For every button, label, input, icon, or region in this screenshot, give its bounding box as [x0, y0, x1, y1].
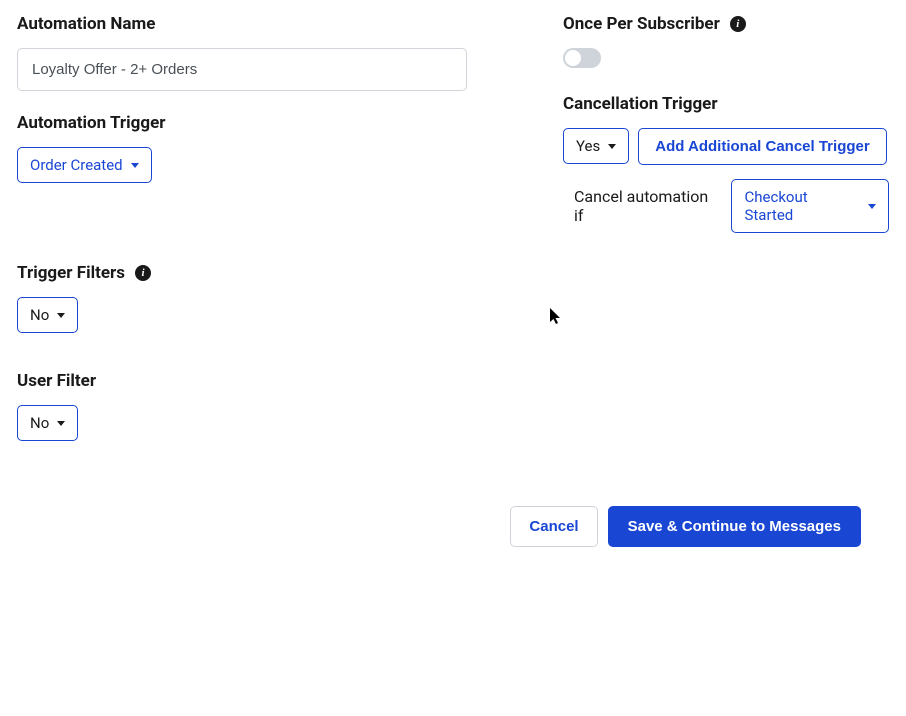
caret-down-icon — [57, 313, 65, 318]
cancellation-yes-dropdown[interactable]: Yes — [563, 128, 629, 164]
cancellation-trigger-group: Cancellation Trigger Yes Add Additional … — [563, 94, 889, 233]
user-filter-label: User Filter — [17, 371, 467, 391]
cancel-automation-if-text: Cancel automation if — [574, 187, 721, 225]
cancellation-yes-value: Yes — [576, 137, 600, 155]
user-filter-value: No — [30, 414, 49, 432]
caret-down-icon — [57, 421, 65, 426]
cancel-button[interactable]: Cancel — [510, 506, 597, 547]
trigger-filters-value: No — [30, 306, 49, 324]
footer-actions: Cancel Save & Continue to Messages — [510, 506, 861, 547]
cancel-if-value: Checkout Started — [744, 188, 860, 224]
automation-trigger-value: Order Created — [30, 156, 123, 174]
save-continue-button[interactable]: Save & Continue to Messages — [608, 506, 861, 547]
automation-name-group: Automation Name — [17, 14, 467, 91]
trigger-filters-label-text: Trigger Filters — [17, 263, 125, 283]
cancel-automation-if-row: Cancel automation if Checkout Started — [574, 179, 889, 233]
cancellation-trigger-label: Cancellation Trigger — [563, 94, 889, 114]
trigger-filters-group: Trigger Filters i No — [17, 263, 467, 333]
automation-trigger-dropdown[interactable]: Order Created — [17, 147, 152, 183]
add-additional-cancel-trigger-button[interactable]: Add Additional Cancel Trigger — [638, 128, 886, 165]
trigger-filters-dropdown[interactable]: No — [17, 297, 78, 333]
automation-name-label: Automation Name — [17, 14, 467, 34]
cancel-if-dropdown[interactable]: Checkout Started — [731, 179, 889, 233]
automation-trigger-label: Automation Trigger — [17, 113, 467, 133]
once-per-subscriber-toggle[interactable] — [563, 48, 601, 68]
once-per-subscriber-label: Once Per Subscriber i — [563, 14, 889, 34]
automation-name-input[interactable] — [17, 48, 467, 91]
trigger-filters-label: Trigger Filters i — [17, 263, 467, 283]
user-filter-group: User Filter No — [17, 371, 467, 441]
once-per-subscriber-label-text: Once Per Subscriber — [563, 14, 720, 34]
automation-trigger-group: Automation Trigger Order Created — [17, 113, 467, 183]
info-icon[interactable]: i — [135, 265, 151, 281]
caret-down-icon — [868, 204, 876, 209]
user-filter-dropdown[interactable]: No — [17, 405, 78, 441]
caret-down-icon — [608, 144, 616, 149]
info-icon[interactable]: i — [730, 16, 746, 32]
caret-down-icon — [131, 163, 139, 168]
once-per-subscriber-group: Once Per Subscriber i — [563, 14, 889, 68]
